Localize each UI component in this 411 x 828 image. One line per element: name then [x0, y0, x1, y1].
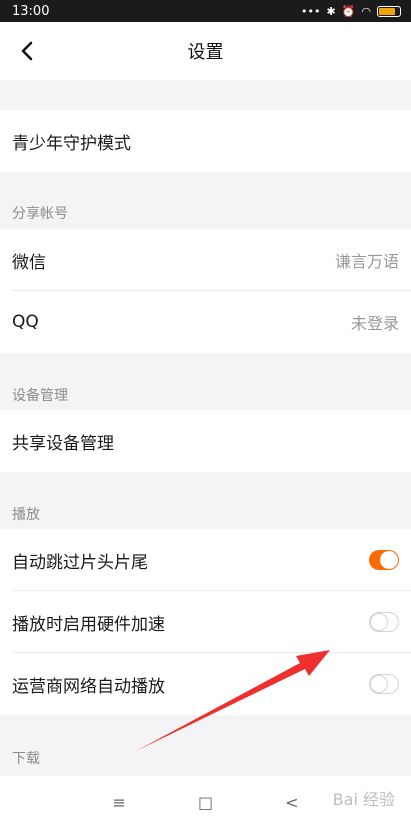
carrier-autoplay-row: 运营商网络自动播放 [0, 653, 411, 715]
qq-row[interactable]: QQ 未登录 [0, 291, 411, 353]
section-header-share: 分享帐号 [12, 206, 68, 222]
carrier-autoplay-toggle[interactable] [369, 674, 399, 694]
section-header-playback: 播放 [12, 507, 40, 523]
menu-icon[interactable]: ≡ [113, 793, 126, 812]
back-nav-icon[interactable]: < [285, 793, 298, 812]
status-time: 13:00 [12, 3, 50, 19]
teen-mode-label: 青少年守护模式 [12, 133, 131, 154]
home-icon[interactable]: □ [198, 793, 213, 812]
qq-value: 未登录 [350, 314, 399, 333]
back-button[interactable] [10, 34, 44, 68]
skip-intro-label: 自动跳过片头片尾 [12, 552, 148, 573]
teen-mode-row[interactable]: 青少年守护模式 [0, 110, 411, 172]
skip-intro-toggle[interactable] [369, 550, 399, 570]
hardware-accel-row: 播放时启用硬件加速 [0, 591, 411, 653]
toggle-knob [380, 551, 398, 569]
wechat-value: 谦言万语 [334, 252, 399, 271]
nav-bar: 设置 [0, 22, 411, 80]
bluetooth-icon: ✱ [326, 4, 336, 18]
chevron-left-icon [21, 41, 33, 61]
signal-dots-icon: ••• [301, 4, 321, 18]
shared-device-label: 共享设备管理 [12, 433, 114, 454]
page-title: 设置 [187, 42, 224, 63]
wechat-row[interactable]: 微信 谦言万语 [0, 229, 411, 291]
status-icons: ••• ✱ ⏰ ◠ [301, 5, 401, 18]
qq-label: QQ [12, 312, 39, 332]
section-header-device: 设备管理 [12, 388, 68, 404]
shared-device-row[interactable]: 共享设备管理 [0, 410, 411, 472]
alarm-icon: ⏰ [341, 4, 356, 18]
wifi-icon: ◠ [361, 4, 371, 18]
hardware-accel-label: 播放时启用硬件加速 [12, 614, 165, 635]
carrier-autoplay-label: 运营商网络自动播放 [12, 676, 165, 697]
watermark: Bai 经验 [332, 790, 395, 809]
status-bar: 13:00 ••• ✱ ⏰ ◠ [0, 0, 411, 22]
wechat-label: 微信 [12, 252, 46, 273]
hardware-accel-toggle[interactable] [369, 612, 399, 632]
skip-intro-row: 自动跳过片头片尾 [0, 529, 411, 591]
toggle-knob [370, 613, 388, 631]
section-header-download: 下载 [12, 751, 40, 767]
toggle-knob [370, 675, 388, 693]
battery-icon [377, 5, 401, 17]
